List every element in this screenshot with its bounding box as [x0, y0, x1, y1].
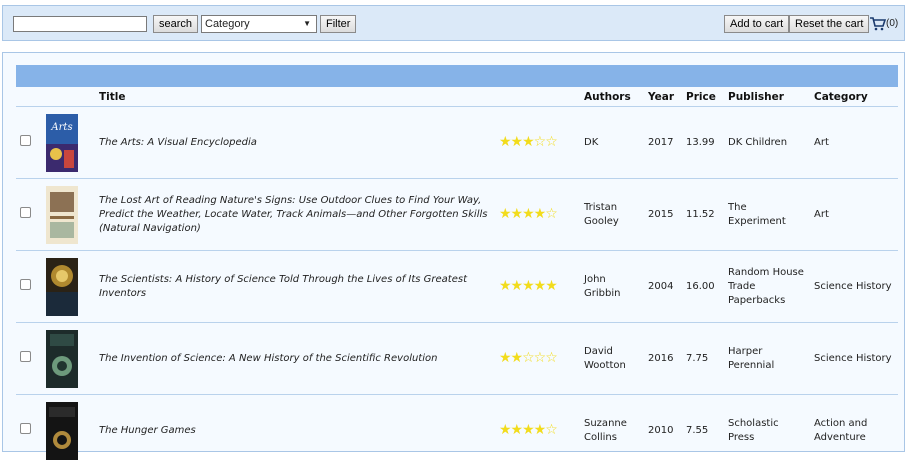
book-price: 13.99 [682, 106, 724, 179]
star-rating: ★★☆☆☆ [495, 322, 580, 395]
row-checkbox[interactable] [20, 206, 31, 218]
book-title[interactable]: The Scientists: A History of Science Tol… [95, 250, 495, 323]
filter-button[interactable]: Filter [320, 15, 357, 33]
book-authors: Tristan Gooley [580, 178, 644, 251]
book-cover [38, 178, 95, 251]
add-to-cart-button[interactable]: Add to cart [724, 15, 790, 33]
book-year: 2015 [644, 178, 682, 251]
star-rating-stars: ★★★★☆ [499, 205, 558, 222]
book-price: 7.75 [682, 322, 724, 395]
cart-icon[interactable] [870, 17, 886, 31]
book-title[interactable]: The Arts: A Visual Encyclopedia [95, 106, 495, 179]
book-publisher: DK Children [724, 106, 810, 179]
star-rating-stars: ★★★★☆ [499, 421, 558, 438]
row-select [16, 178, 38, 251]
book-table: Title Authors Year Price Publisher Categ… [16, 87, 898, 467]
header-rating [495, 87, 580, 107]
category-selected-value: Category [205, 18, 250, 30]
row-checkbox[interactable] [20, 134, 31, 146]
book-price: 11.52 [682, 178, 724, 251]
toolbar: search Category ▼ Filter Add to cart Res… [2, 5, 905, 41]
header-title[interactable]: Title [95, 87, 495, 107]
header-cover [38, 87, 95, 107]
header-year[interactable]: Year [644, 87, 682, 107]
row-checkbox[interactable] [20, 278, 31, 290]
star-rating-stars: ★★★★★ [499, 277, 558, 294]
table-row[interactable]: The Hunger Games ★★★★☆ Suzanne Collins 2… [16, 394, 898, 467]
header-select [16, 87, 38, 107]
row-select [16, 250, 38, 323]
book-price: 16.00 [682, 250, 724, 323]
book-publisher: Harper Perennial [724, 322, 810, 395]
book-category: Art [810, 106, 898, 179]
book-title[interactable]: The Hunger Games [95, 394, 495, 467]
header-publisher[interactable]: Publisher [724, 87, 810, 107]
book-authors: Suzanne Collins [580, 394, 644, 467]
book-cover [38, 250, 95, 323]
header-category[interactable]: Category [810, 87, 898, 107]
book-publisher: Scholastic Press [724, 394, 810, 467]
table-row[interactable]: The Invention of Science: A New History … [16, 322, 898, 395]
book-authors: David Wootton [580, 322, 644, 395]
book-category: Action and Adventure [810, 394, 898, 467]
star-rating: ★★★★★ [495, 250, 580, 323]
book-cover: Arts [38, 106, 95, 179]
book-title[interactable]: The Invention of Science: A New History … [95, 322, 495, 395]
book-category: Science History [810, 322, 898, 395]
table-header-band [16, 65, 898, 87]
row-checkbox[interactable] [20, 350, 31, 362]
table-header-row: Title Authors Year Price Publisher Categ… [16, 87, 898, 107]
book-list-panel: Title Authors Year Price Publisher Categ… [2, 52, 905, 467]
star-rating: ★★★☆☆ [495, 106, 580, 179]
table-row[interactable]: The Lost Art of Reading Nature's Signs: … [16, 178, 898, 251]
svg-text:Arts: Arts [50, 122, 72, 133]
book-year: 2017 [644, 106, 682, 179]
book-cover [38, 394, 95, 467]
header-authors[interactable]: Authors [580, 87, 644, 107]
book-authors: DK [580, 106, 644, 179]
row-select [16, 394, 38, 467]
book-title[interactable]: The Lost Art of Reading Nature's Signs: … [95, 178, 495, 251]
row-select [16, 322, 38, 395]
book-price: 7.55 [682, 394, 724, 467]
book-publisher: The Experiment [724, 178, 810, 251]
book-year: 2004 [644, 250, 682, 323]
book-cover [38, 322, 95, 395]
row-select [16, 106, 38, 179]
table-row[interactable]: Arts The Arts: A Visual Encyclopedia ★★★… [16, 106, 898, 179]
row-checkbox[interactable] [20, 422, 31, 434]
book-authors: John Gribbin [580, 250, 644, 323]
star-rating-stars: ★★☆☆☆ [499, 349, 558, 366]
book-category: Art [810, 178, 898, 251]
search-input[interactable] [13, 16, 147, 32]
star-rating-stars: ★★★☆☆ [499, 133, 558, 150]
star-rating: ★★★★☆ [495, 394, 580, 467]
book-publisher: Random House Trade Paperbacks [724, 250, 810, 323]
cart-count: (0) [886, 18, 899, 29]
chevron-down-icon: ▼ [303, 19, 311, 28]
book-category: Science History [810, 250, 898, 323]
reset-cart-button[interactable]: Reset the cart [789, 15, 870, 33]
header-price[interactable]: Price [682, 87, 724, 107]
book-year: 2016 [644, 322, 682, 395]
search-button[interactable]: search [153, 15, 199, 33]
book-year: 2010 [644, 394, 682, 467]
star-rating: ★★★★☆ [495, 178, 580, 251]
table-row[interactable]: The Scientists: A History of Science Tol… [16, 250, 898, 323]
category-select[interactable]: Category ▼ [201, 15, 317, 33]
